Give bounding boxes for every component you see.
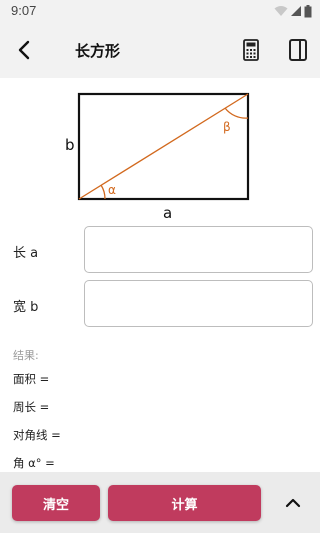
angle-alpha-result: 角 α° = — [13, 456, 55, 470]
calculator-icon — [243, 39, 259, 61]
alpha-arc — [100, 184, 106, 200]
status-icons — [274, 4, 312, 18]
page-title: 长方形 — [75, 42, 121, 60]
side-b-label: b — [65, 136, 75, 154]
alpha-label: α — [108, 183, 116, 197]
diagonal-line — [78, 93, 249, 200]
signal-icon — [291, 6, 301, 16]
length-a-input[interactable] — [84, 226, 313, 273]
width-b-label: 宽 b — [13, 300, 39, 315]
rectangle-diagram: α β b a — [65, 92, 250, 222]
status-bar: 9:07 — [0, 0, 320, 22]
status-time: 9:07 — [11, 3, 37, 18]
diagonal-result: 对角线 = — [13, 428, 61, 442]
wifi-icon — [274, 6, 288, 16]
expand-button[interactable] — [279, 489, 307, 517]
beta-arc — [224, 107, 249, 119]
battery-icon — [304, 4, 312, 17]
results-heading: 结果: — [13, 349, 39, 362]
width-b-input[interactable] — [84, 280, 313, 327]
perimeter-result: 周长 = — [13, 400, 50, 414]
side-panel-icon — [289, 39, 307, 61]
app-bar: 长方形 — [0, 22, 320, 78]
calculate-button[interactable]: 计算 — [108, 485, 261, 521]
beta-label: β — [223, 120, 231, 134]
chevron-up-icon — [285, 498, 301, 508]
side-panel-button[interactable] — [286, 38, 310, 62]
length-a-label: 长 a — [13, 246, 39, 261]
back-arrow-icon — [18, 40, 30, 60]
bottom-bar: 清空 计算 — [0, 472, 320, 533]
clear-button[interactable]: 清空 — [12, 485, 100, 521]
side-a-label: a — [163, 204, 172, 222]
area-result: 面积 = — [13, 372, 50, 386]
back-button[interactable] — [10, 36, 38, 64]
calculator-button[interactable] — [239, 38, 263, 62]
